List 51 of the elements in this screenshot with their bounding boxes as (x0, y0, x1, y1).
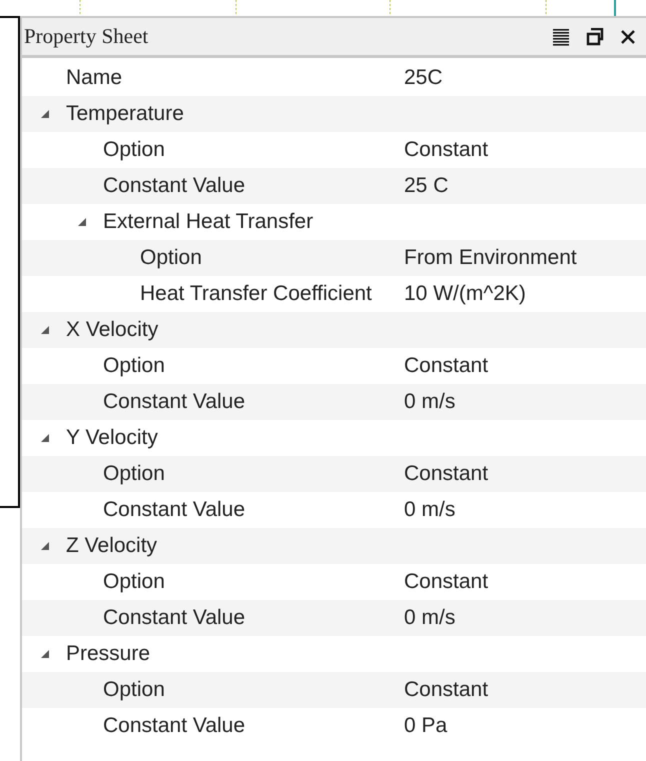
property-label: Temperature (66, 101, 184, 128)
property-value: Constant (404, 353, 488, 380)
property-row[interactable]: Option From Environment (22, 240, 646, 276)
collapse-triangle-icon[interactable] (40, 649, 50, 659)
property-row[interactable]: Constant Value 0 m/s (22, 600, 646, 636)
collapse-triangle-icon[interactable] (77, 217, 87, 227)
property-label: Constant Value (103, 389, 246, 416)
collapse-triangle-icon[interactable] (40, 433, 50, 443)
property-label: Pressure (66, 641, 150, 668)
property-value: 25C (404, 65, 443, 92)
property-value: 25 C (404, 173, 448, 200)
panel-title: Property Sheet (24, 22, 150, 50)
property-label: External Heat Transfer (103, 209, 314, 236)
property-label: Option (103, 353, 165, 380)
property-label: Option (103, 461, 165, 488)
property-label: Z Velocity (66, 533, 158, 560)
property-value: From Environment (404, 245, 577, 272)
property-row[interactable]: Temperature (22, 96, 646, 132)
property-label: Y Velocity (66, 425, 158, 452)
property-label: Option (103, 677, 165, 704)
property-label: Constant Value (103, 173, 246, 200)
property-label: Heat Transfer Coefficient (140, 281, 372, 308)
close-icon[interactable] (620, 28, 636, 44)
property-label: X Velocity (66, 317, 158, 344)
property-value: Constant (404, 677, 488, 704)
property-value: 10 W/(m^2K) (404, 281, 526, 308)
property-label: Constant Value (103, 497, 246, 524)
property-row[interactable]: Option Constant (22, 672, 646, 708)
property-label: Name (66, 65, 122, 92)
property-label: Option (103, 569, 165, 596)
property-value: 0 Pa (404, 713, 448, 740)
property-value: 0 m/s (404, 605, 456, 632)
property-label: Constant Value (103, 605, 246, 632)
menu-icon[interactable] (552, 28, 570, 46)
collapse-triangle-icon[interactable] (40, 541, 50, 551)
property-row[interactable]: X Velocity (22, 312, 646, 348)
property-row[interactable]: Option Constant (22, 456, 646, 492)
property-row[interactable]: Constant Value 0 m/s (22, 384, 646, 420)
property-label: Option (140, 245, 202, 272)
property-value: 0 m/s (404, 389, 456, 416)
collapse-triangle-icon[interactable] (40, 325, 50, 335)
property-label: Constant Value (103, 713, 246, 740)
property-value: Constant (404, 137, 488, 164)
property-row[interactable]: Z Velocity (22, 528, 646, 564)
restore-icon[interactable] (586, 28, 604, 46)
property-value: Constant (404, 461, 488, 488)
property-label: Option (103, 137, 165, 164)
property-value: Constant (404, 569, 488, 596)
property-value: 0 m/s (404, 497, 456, 524)
collapse-triangle-icon[interactable] (40, 109, 50, 119)
property-row[interactable]: Constant Value 25 C (22, 168, 646, 204)
